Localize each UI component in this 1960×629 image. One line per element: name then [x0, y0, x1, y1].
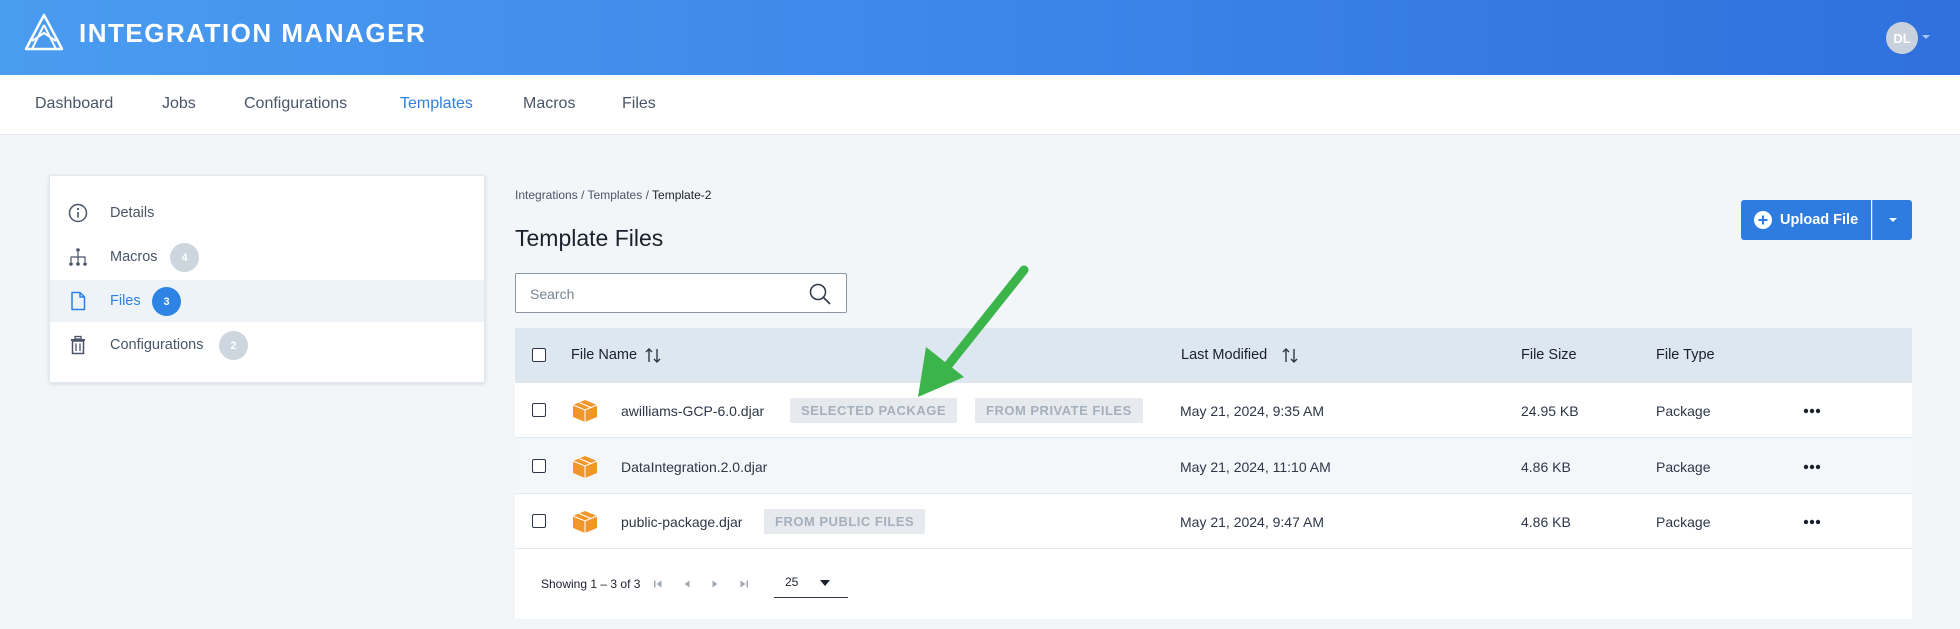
- app-header: INTEGRATION MANAGER DL: [0, 0, 1960, 75]
- file-size: 4.86 KB: [1521, 514, 1571, 530]
- hierarchy-icon: [69, 248, 87, 266]
- file-icon: [71, 291, 86, 311]
- upload-options-button[interactable]: [1872, 200, 1912, 240]
- row-checkbox[interactable]: [532, 403, 546, 417]
- search-box: [515, 273, 847, 313]
- breadcrumb: Integrations / Templates / Template-2: [515, 188, 711, 202]
- upload-file-label: Upload File: [1780, 212, 1859, 228]
- sidebar-item-macros[interactable]: Macros 4: [50, 236, 484, 278]
- nav-item-jobs[interactable]: Jobs: [162, 95, 196, 113]
- sidebar-item-label: Details: [110, 205, 155, 221]
- sidebar-item-files[interactable]: Files 3: [50, 280, 484, 322]
- next-page-icon[interactable]: [710, 579, 720, 589]
- row-checkbox[interactable]: [532, 459, 546, 473]
- chevron-down-icon: [1889, 218, 1897, 222]
- sort-icon[interactable]: [645, 347, 661, 364]
- last-modified: May 21, 2024, 9:47 AM: [1180, 514, 1324, 530]
- sidebar-item-label: Macros: [110, 249, 158, 265]
- file-name[interactable]: public-package.djar: [621, 514, 742, 530]
- column-header-file-type: File Type: [1656, 347, 1715, 363]
- source-tag: FROM PUBLIC FILES: [764, 509, 926, 534]
- sidebar-item-details[interactable]: Details: [50, 192, 484, 234]
- last-page-icon[interactable]: [739, 579, 749, 589]
- nav-item-configurations[interactable]: Configurations: [244, 95, 347, 113]
- page-title: Template Files: [515, 225, 664, 251]
- row-checkbox[interactable]: [532, 514, 546, 528]
- previous-page-icon[interactable]: [682, 579, 692, 589]
- last-modified: May 21, 2024, 9:35 AM: [1180, 403, 1324, 419]
- count-badge: 3: [152, 287, 181, 316]
- rows-per-page-value: 25: [785, 575, 799, 589]
- logo-icon: [24, 13, 64, 51]
- package-icon: [572, 511, 598, 533]
- table-row[interactable]: DataIntegration.2.0.djar May 21, 2024, 1…: [515, 439, 1912, 494]
- sidebar-item-label: Files: [110, 293, 141, 309]
- nav-item-dashboard[interactable]: Dashboard: [35, 95, 113, 113]
- table-header: File Name Last Modified File Size File T…: [515, 328, 1912, 383]
- table-pagination: Showing 1 – 3 of 3 25: [515, 549, 1912, 619]
- chevron-down-icon: [820, 580, 830, 586]
- more-options-icon[interactable]: [1803, 519, 1821, 525]
- nav-item-files[interactable]: Files: [622, 95, 656, 113]
- breadcrumb-separator: /: [581, 188, 585, 202]
- column-header-file-name: File Name: [571, 347, 638, 363]
- sidebar-item-label: Configurations: [110, 337, 204, 353]
- more-options-icon[interactable]: [1803, 464, 1821, 470]
- template-sidebar: Details Macros 4 Files 3 Configurations …: [49, 175, 485, 383]
- sort-icon[interactable]: [1282, 347, 1298, 364]
- showing-count: Showing 1 – 3 of 3: [541, 577, 641, 591]
- file-type: Package: [1656, 403, 1711, 419]
- column-header-file-size: File Size: [1521, 347, 1577, 363]
- last-modified: May 21, 2024, 11:10 AM: [1180, 459, 1331, 475]
- first-page-icon[interactable]: [653, 579, 663, 589]
- plus-circle-icon: [1754, 211, 1772, 229]
- count-badge: 4: [170, 243, 199, 272]
- selected-package-tag: SELECTED PACKAGE: [790, 398, 957, 423]
- more-options-icon[interactable]: [1803, 408, 1821, 414]
- table-row[interactable]: awilliams-GCP-6.0.djar SELECTED PACKAGE …: [515, 383, 1912, 438]
- package-icon: [572, 456, 598, 478]
- source-tag: FROM PRIVATE FILES: [975, 398, 1143, 423]
- file-name[interactable]: DataIntegration.2.0.djar: [621, 459, 767, 475]
- user-avatar[interactable]: DL: [1886, 22, 1918, 54]
- file-type: Package: [1656, 459, 1711, 475]
- column-header-last-modified: Last Modified: [1181, 347, 1268, 363]
- breadcrumb-link-templates[interactable]: Templates: [588, 188, 643, 202]
- nav-item-templates[interactable]: Templates: [400, 95, 473, 113]
- upload-file-button[interactable]: Upload File: [1741, 200, 1871, 240]
- breadcrumb-separator: /: [645, 188, 649, 202]
- table-row[interactable]: public-package.djar FROM PUBLIC FILES Ma…: [515, 494, 1912, 549]
- file-name[interactable]: awilliams-GCP-6.0.djar: [621, 403, 764, 419]
- select-all-checkbox[interactable]: [532, 348, 546, 362]
- search-input[interactable]: [530, 283, 800, 305]
- nav-item-macros[interactable]: Macros: [523, 95, 575, 113]
- breadcrumb-link-integrations[interactable]: Integrations: [515, 188, 578, 202]
- file-type: Package: [1656, 514, 1711, 530]
- file-size: 24.95 KB: [1521, 403, 1579, 419]
- file-size: 4.86 KB: [1521, 459, 1571, 475]
- rows-per-page-select[interactable]: 25: [774, 566, 848, 598]
- sidebar-item-configurations[interactable]: Configurations 2: [50, 324, 484, 366]
- top-nav: Dashboard Jobs Configurations Templates …: [0, 75, 1960, 135]
- count-badge: 2: [219, 331, 248, 360]
- app-title: INTEGRATION MANAGER: [79, 18, 427, 48]
- package-icon: [572, 400, 598, 422]
- search-icon[interactable]: [808, 282, 832, 306]
- info-icon: [68, 203, 88, 223]
- chevron-down-icon[interactable]: [1922, 35, 1930, 39]
- breadcrumb-current: Template-2: [652, 188, 712, 202]
- trash-icon: [71, 335, 85, 355]
